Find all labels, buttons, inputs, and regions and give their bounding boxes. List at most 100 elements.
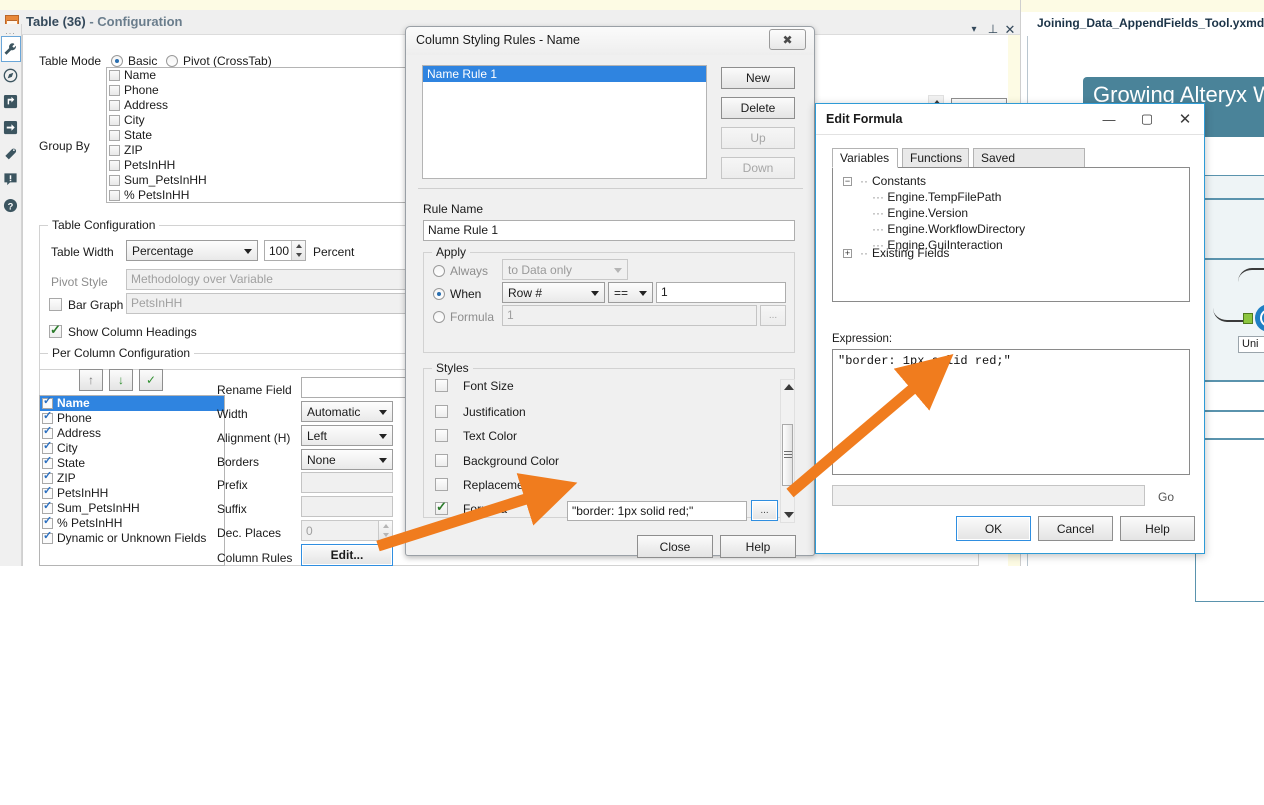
tab-saved-expressions[interactable]: Saved Expressions — [973, 148, 1085, 179]
checkbox-icon[interactable] — [42, 396, 53, 409]
borders-select[interactable]: None — [301, 449, 393, 470]
checkbox-icon[interactable] — [109, 175, 120, 186]
panel-dropdown-icon[interactable]: ▾ — [966, 24, 982, 35]
panel-pin-icon[interactable]: ⊥ — [985, 22, 1001, 36]
width-select[interactable]: Automatic — [301, 401, 393, 422]
checkbox-icon[interactable] — [42, 484, 53, 499]
help-button[interactable]: Help — [1120, 516, 1195, 541]
tree-constants-label[interactable]: Constants — [872, 174, 926, 188]
column-list-item[interactable]: Name — [40, 396, 224, 411]
help-icon[interactable]: ? — [1, 192, 21, 218]
minimize-icon[interactable]: — — [1090, 104, 1128, 134]
radio-apply-formula[interactable] — [433, 311, 445, 323]
stepper-down-icon[interactable] — [296, 253, 302, 257]
check-all-button[interactable]: ✓ — [139, 369, 163, 391]
column-list-item[interactable]: Address — [40, 424, 224, 441]
collapse-constants-icon[interactable]: − — [843, 177, 852, 186]
column-list-item[interactable]: ZIP — [40, 469, 224, 486]
style-checkbox[interactable] — [435, 379, 448, 392]
warning-icon[interactable] — [1, 166, 21, 192]
wrench-icon[interactable] — [0, 36, 21, 62]
variables-tree-panel[interactable]: − ·· Constants ··· Engine.TempFilePath ··… — [832, 167, 1190, 302]
percent-stepper[interactable]: 100 — [264, 240, 306, 261]
checkbox-icon[interactable] — [42, 469, 53, 484]
checkbox-icon[interactable] — [109, 130, 120, 141]
checkbox-icon[interactable] — [109, 70, 120, 81]
style-checkbox[interactable] — [435, 405, 448, 418]
close-icon[interactable]: ✕ — [1166, 104, 1204, 134]
style-checkbox[interactable] — [435, 478, 448, 491]
tree-existing-fields-label[interactable]: Existing Fields — [872, 246, 949, 260]
checkbox-icon[interactable] — [109, 145, 120, 156]
rail-grip-icon[interactable]: ... — [0, 24, 21, 36]
checkbox-icon[interactable] — [42, 514, 53, 529]
edit-column-rules-button[interactable]: Edit... — [301, 544, 393, 566]
checkbox-icon[interactable] — [109, 115, 120, 126]
checkbox-icon[interactable] — [42, 499, 53, 514]
column-list-item[interactable]: Dynamic or Unknown Fields — [40, 529, 224, 546]
close-icon[interactable]: ✖ — [769, 29, 806, 50]
radio-mode-basic[interactable] — [111, 55, 123, 67]
rename-field-input[interactable] — [301, 377, 421, 398]
checkbox-icon[interactable] — [42, 439, 53, 454]
checkbox-icon[interactable] — [42, 529, 53, 544]
move-down-button[interactable]: ↓ — [109, 369, 133, 391]
rule-list-item[interactable]: Name Rule 1 — [423, 66, 706, 82]
show-column-headings-checkbox[interactable] — [49, 322, 62, 338]
ok-button[interactable]: OK — [956, 516, 1031, 541]
scrollbar-thumb[interactable] — [782, 424, 793, 486]
expand-existing-fields-icon[interactable]: + — [843, 249, 852, 258]
column-list-item[interactable]: Phone — [40, 409, 224, 426]
checkbox-icon[interactable] — [109, 85, 120, 96]
column-list-item[interactable]: City — [40, 439, 224, 456]
scroll-up-icon[interactable] — [783, 384, 794, 390]
column-list-item[interactable]: PetsInHH — [40, 484, 224, 501]
style-checkbox[interactable] — [435, 499, 448, 515]
tree-constant-item[interactable]: ··· Engine.WorkflowDirectory — [872, 222, 1025, 236]
stepper-up-icon[interactable] — [296, 244, 302, 248]
table-width-select[interactable]: Percentage — [126, 240, 258, 261]
style-formula-input[interactable]: "border: 1px solid red;" — [567, 501, 747, 521]
checkbox-icon[interactable] — [42, 424, 53, 439]
checkbox-icon[interactable] — [109, 100, 120, 111]
column-list[interactable]: NamePhoneAddressCityStateZIPPetsInHHSum_… — [39, 395, 225, 566]
compass-icon[interactable] — [1, 62, 21, 88]
column-list-item[interactable]: % PetsInHH — [40, 514, 224, 531]
when-operator-select[interactable]: == — [608, 282, 653, 303]
delete-rule-button[interactable]: Delete — [721, 97, 795, 119]
when-value-input[interactable]: 1 — [656, 282, 786, 303]
tree-constant-item[interactable]: ··· Engine.Version — [872, 206, 968, 220]
radio-apply-when[interactable] — [433, 288, 445, 300]
enter-arrow-icon[interactable] — [1, 88, 21, 114]
cancel-button[interactable]: Cancel — [1038, 516, 1113, 541]
when-field-select[interactable]: Row # — [502, 282, 605, 303]
rules-list[interactable]: Name Rule 1 — [422, 65, 707, 179]
tree-constant-item[interactable]: ··· Engine.TempFilePath — [872, 190, 1001, 204]
tag-icon[interactable] — [1, 140, 21, 166]
move-up-button[interactable]: ↑ — [79, 369, 103, 391]
tab-functions[interactable]: Functions — [902, 148, 969, 168]
scroll-down-icon[interactable] — [783, 512, 794, 518]
style-checkbox[interactable] — [435, 454, 448, 467]
checkbox-icon[interactable] — [109, 160, 120, 171]
style-checkbox[interactable] — [435, 429, 448, 442]
bar-graph-checkbox[interactable] — [49, 298, 62, 311]
exit-arrow-icon[interactable] — [1, 114, 21, 140]
input-anchor-icon[interactable] — [1243, 313, 1253, 324]
go-button[interactable]: Go — [1158, 490, 1174, 504]
checkbox-icon[interactable] — [42, 409, 53, 424]
percent-stepper-buttons[interactable] — [291, 241, 305, 260]
tab-variables[interactable]: Variables — [832, 148, 898, 168]
column-list-item[interactable]: Sum_PetsInHH — [40, 499, 224, 516]
help-button[interactable]: Help — [720, 535, 796, 558]
radio-apply-always[interactable] — [433, 265, 445, 277]
document-tab[interactable]: Joining_Data_AppendFields_Tool.yxmd — [1037, 12, 1264, 34]
expression-textarea[interactable]: "border: 1px solid red;" — [832, 349, 1190, 475]
styles-scrollbar[interactable] — [780, 379, 795, 523]
column-list-item[interactable]: State — [40, 454, 224, 471]
new-rule-button[interactable]: New — [721, 67, 795, 89]
close-button[interactable]: Close — [637, 535, 713, 558]
maximize-icon[interactable]: ▢ — [1128, 104, 1166, 134]
checkbox-icon[interactable] — [42, 454, 53, 469]
style-formula-ellipsis-button[interactable]: ... — [751, 500, 778, 521]
